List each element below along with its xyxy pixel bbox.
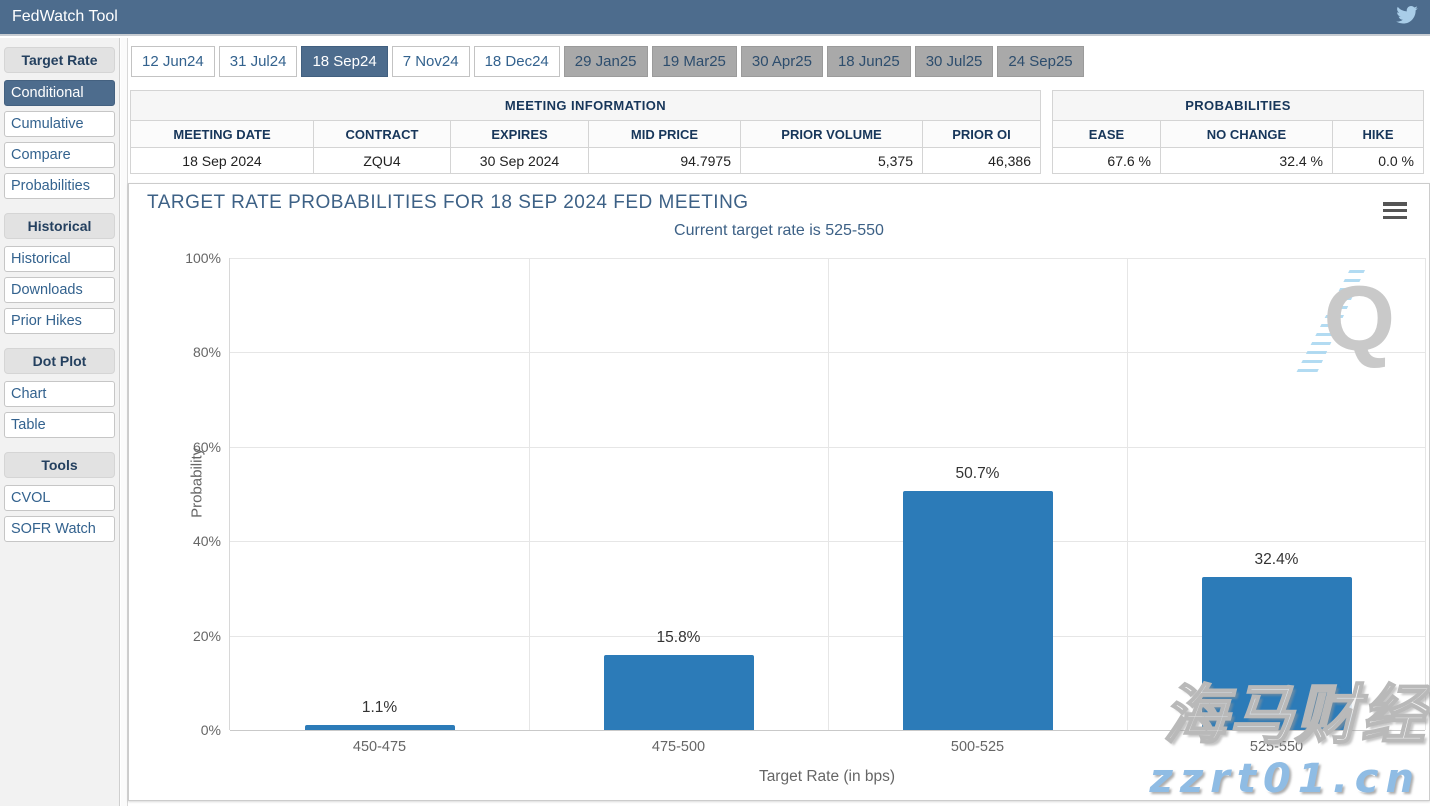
meeting-date-tabs: 12 Jun24 31 Jul24 18 Sep24 7 Nov24 18 De… [131,46,1084,77]
xtick-500-525: 500-525 [951,739,1004,755]
bar-525-550[interactable] [1202,577,1352,730]
ytick-20: 20% [193,628,221,644]
bar-label-525-550: 32.4% [1227,551,1327,569]
meeting-date-value: 18 Sep 2024 [131,148,314,174]
sidebar-item-sofr-watch[interactable]: SOFR Watch [4,516,115,542]
tab-7-nov24[interactable]: 7 Nov24 [392,46,470,77]
tab-12-jun24[interactable]: 12 Jun24 [131,46,215,77]
meeting-information-title: MEETING INFORMATION [131,91,1041,121]
tab-30-jul25[interactable]: 30 Jul25 [915,46,994,77]
tab-24-sep25[interactable]: 24 Sep25 [997,46,1083,77]
bar-label-500-525: 50.7% [928,465,1028,483]
mid-price-value: 94.7975 [589,148,741,174]
sidebar-item-historical[interactable]: Historical [4,246,115,272]
meeting-information-table: MEETING INFORMATION MEETING DATE CONTRAC… [130,90,1041,174]
bar-slot-450-475: 1.1% 450-475 [230,258,529,730]
contract-value: ZQU4 [314,148,451,174]
sidebar-item-probabilities[interactable]: Probabilities [4,173,115,199]
sidebar-item-table[interactable]: Table [4,412,115,438]
sidebar-item-chart[interactable]: Chart [4,381,115,407]
tab-31-jul24[interactable]: 31 Jul24 [219,46,298,77]
col-contract: CONTRACT [314,121,451,148]
tab-19-mar25[interactable]: 19 Mar25 [652,46,737,77]
bar-slot-500-525: 50.7% 500-525 [828,258,1127,730]
tab-29-jan25[interactable]: 29 Jan25 [564,46,648,77]
ytick-40: 40% [193,533,221,549]
sidebar-section-target-rate: Target Rate [4,47,115,73]
xtick-525-550: 525-550 [1250,739,1303,755]
col-mid-price: MID PRICE [589,121,741,148]
bar-450-475[interactable] [305,725,455,730]
probabilities-title: PROBABILITIES [1053,91,1424,121]
twitter-icon[interactable] [1396,6,1418,29]
chart-title: TARGET RATE PROBABILITIES FOR 18 SEP 202… [147,192,749,214]
chart-subtitle: Current target rate is 525-550 [129,222,1429,240]
col-expires: EXPIRES [451,121,589,148]
ease-value: 67.6 % [1053,148,1161,174]
col-prior-volume: PRIOR VOLUME [741,121,923,148]
col-meeting-date: MEETING DATE [131,121,314,148]
hamburger-menu-icon[interactable] [1383,202,1407,219]
ytick-80: 80% [193,344,221,360]
xtick-475-500: 475-500 [652,739,705,755]
tab-30-apr25[interactable]: 30 Apr25 [741,46,823,77]
q-logo-letter: Q [1323,276,1395,363]
sidebar-gutter [121,38,128,806]
sidebar-section-dot-plot: Dot Plot [4,348,115,374]
ytick-100: 100% [185,250,221,266]
expires-value: 30 Sep 2024 [451,148,589,174]
sidebar-section-tools: Tools [4,452,115,478]
bar-label-475-500: 15.8% [629,629,729,647]
bar-475-500[interactable] [604,655,754,730]
y-axis-title: Probability [189,448,206,518]
hike-value: 0.0 % [1333,148,1424,174]
quikstrike-q-logo: Q [1295,270,1395,375]
x-axis-line [230,730,1425,731]
sidebar-item-cumulative[interactable]: Cumulative [4,111,115,137]
prior-volume-value: 5,375 [741,148,923,174]
ytick-0: 0% [201,722,221,738]
tab-18-jun25[interactable]: 18 Jun25 [827,46,911,77]
xtick-450-475: 450-475 [353,739,406,755]
col-prior-oi: PRIOR OI [923,121,1041,148]
bar-500-525[interactable] [903,491,1053,730]
prior-oi-value: 46,386 [923,148,1041,174]
app-header: FedWatch Tool [0,0,1430,36]
sidebar-item-prior-hikes[interactable]: Prior Hikes [4,308,115,334]
col-no-change: NO CHANGE [1161,121,1333,148]
plot-area: 100% 80% 60% 40% 20% 0% Probability 1.1%… [229,258,1425,730]
col-hike: HIKE [1333,121,1424,148]
target-rate-chart-panel: TARGET RATE PROBABILITIES FOR 18 SEP 202… [128,183,1430,801]
app-title: FedWatch Tool [12,8,118,26]
col-ease: EASE [1053,121,1161,148]
tab-18-sep24[interactable]: 18 Sep24 [301,46,387,77]
sidebar-item-downloads[interactable]: Downloads [4,277,115,303]
sidebar-section-historical: Historical [4,213,115,239]
bar-slot-475-500: 15.8% 475-500 [529,258,828,730]
sidebar-item-conditional[interactable]: Conditional [4,80,115,106]
sidebar-item-compare[interactable]: Compare [4,142,115,168]
no-change-value: 32.4 % [1161,148,1333,174]
probabilities-table: PROBABILITIES EASE NO CHANGE HIKE 67.6 %… [1052,90,1424,174]
bar-label-450-475: 1.1% [330,699,430,717]
x-axis-title: Target Rate (in bps) [229,768,1425,786]
sidebar-item-cvol[interactable]: CVOL [4,485,115,511]
tab-18-dec24[interactable]: 18 Dec24 [474,46,560,77]
sidebar: Target Rate Conditional Cumulative Compa… [0,38,120,806]
